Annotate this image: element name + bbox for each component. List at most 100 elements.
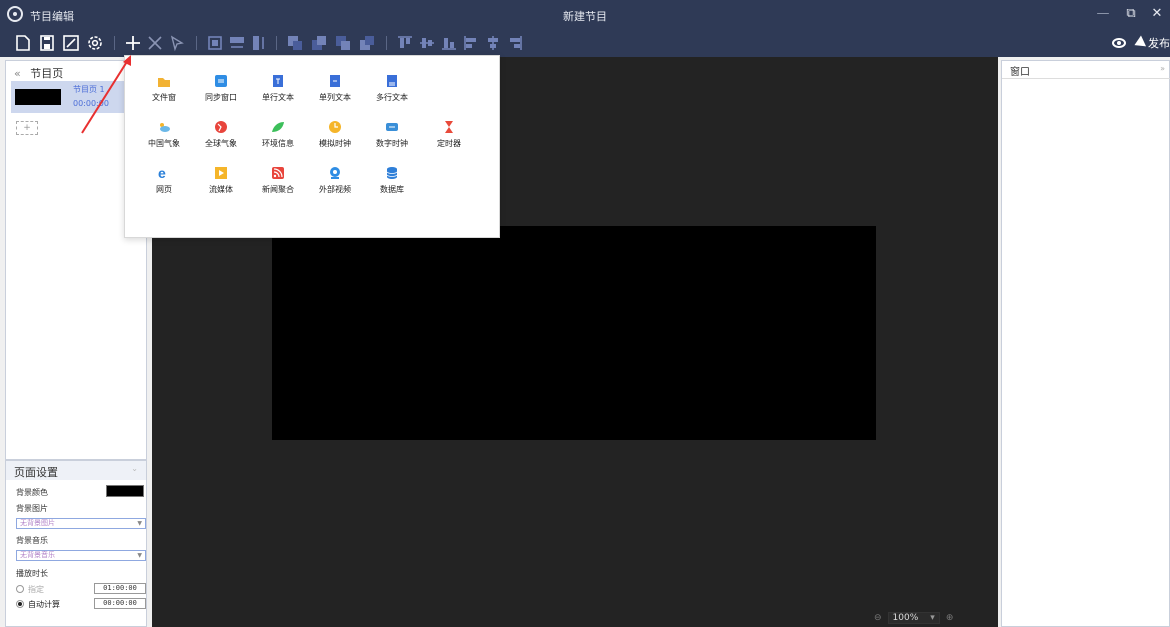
empty-cell — [424, 74, 474, 103]
menu-item-environment[interactable]: 环境信息 — [253, 120, 303, 149]
collapse-button[interactable]: « — [14, 67, 21, 80]
single-column-text-icon — [328, 74, 342, 88]
page-settings-panel: 页面设置 ⌄ 背景颜色 背景图片 无背景图片 ▼ 背景音乐 无背景音乐 ▼ 播放… — [5, 460, 147, 627]
menu-item-sync-window[interactable]: 同步窗口 — [196, 74, 246, 103]
menu-item-single-column-text[interactable]: 单列文本 — [310, 74, 360, 103]
menu-item-external-video[interactable]: 外部视频 — [310, 166, 360, 195]
toolbar-divider — [276, 36, 277, 50]
menu-item-global-weather[interactable]: 全球气象 — [196, 120, 246, 149]
specified-radio[interactable] — [16, 585, 24, 593]
align-left-icon[interactable] — [462, 34, 480, 52]
title-bar: 节目编辑 新建节目 — ⧉ ✕ — [0, 0, 1170, 30]
page-settings-header: 页面设置 ⌄ — [6, 461, 146, 480]
chevron-down-icon[interactable]: ⌄ — [131, 464, 138, 473]
menu-item-multi-line-text[interactable]: 多行文本 — [367, 74, 417, 103]
align-middle-icon[interactable] — [418, 34, 436, 52]
dropdown-arrow-icon: ▼ — [137, 520, 142, 527]
fit-height-icon[interactable] — [250, 34, 268, 52]
menu-item-database[interactable]: 数据库 — [367, 166, 417, 195]
menu-item-digital-clock[interactable]: 数字时钟 — [367, 120, 417, 149]
align-bottom-icon[interactable] — [440, 34, 458, 52]
menu-item-label: 同步窗口 — [205, 93, 237, 102]
restore-button[interactable]: ⧉ — [1122, 5, 1140, 23]
zoom-bar: ⊖ 100% ▾ ⊕ — [874, 612, 953, 624]
window-panel-header: 窗口 » — [1002, 61, 1170, 79]
publish-button[interactable]: 发布 — [1112, 35, 1170, 51]
auto-label: 自动计算 — [28, 600, 60, 609]
toolbar-divider — [196, 36, 197, 50]
menu-item-label: 流媒体 — [209, 185, 233, 194]
web-page-icon: e — [157, 165, 171, 181]
window-panel-title: 窗口 — [1010, 67, 1030, 78]
settings-gear-icon[interactable] — [86, 34, 104, 52]
align-center-icon[interactable] — [484, 34, 502, 52]
menu-item-analog-clock[interactable]: 模拟时钟 — [310, 120, 360, 149]
delete-icon[interactable] — [146, 34, 164, 52]
align-top-icon[interactable] — [396, 34, 414, 52]
auto-radio[interactable] — [16, 600, 24, 608]
menu-item-label: 全球气象 — [205, 139, 237, 148]
add-element-grid: 文件窗 同步窗口 单行文本 单列文本 多行文本中国气象 全球气象 环境信息 模拟时钟 数字时钟 定… — [139, 74, 474, 195]
pages-panel-title: 节目页 — [30, 67, 64, 80]
send-to-back-icon[interactable] — [358, 34, 376, 52]
program-screen[interactable] — [272, 226, 876, 440]
bg-image-select[interactable]: 无背景图片 ▼ — [16, 518, 146, 529]
fit-screen-icon[interactable] — [206, 34, 224, 52]
new-file-icon[interactable] — [14, 34, 32, 52]
multi-line-text-icon — [385, 74, 399, 88]
streaming-media-icon — [214, 166, 228, 180]
menu-item-news-feed[interactable]: 新闻聚合 — [253, 166, 303, 195]
zoom-in-icon[interactable]: ⊕ — [946, 613, 954, 623]
zoom-out-icon[interactable]: ⊖ — [874, 613, 882, 623]
edit-icon[interactable] — [62, 34, 80, 52]
svg-text:e: e — [158, 166, 166, 180]
database-icon — [385, 166, 399, 180]
bring-forward-icon[interactable] — [310, 34, 328, 52]
page-name: 节目页 1 — [73, 85, 105, 94]
menu-item-china-weather[interactable]: 中国气象 — [139, 120, 189, 149]
menu-item-label: 网页 — [156, 185, 172, 194]
save-icon[interactable] — [38, 34, 56, 52]
add-element-menu: 文件窗 同步窗口 单行文本 单列文本 多行文本中国气象 全球气象 环境信息 模拟时钟 数字时钟 定… — [124, 55, 500, 238]
close-button[interactable]: ✕ — [1148, 5, 1166, 23]
duration-label: 播放时长 — [16, 569, 48, 578]
add-page-button[interactable]: + — [16, 121, 38, 135]
fit-width-icon[interactable] — [228, 34, 246, 52]
select-cursor-icon[interactable] — [168, 34, 186, 52]
menu-item-label: 单行文本 — [262, 93, 294, 102]
toolbar-divider — [386, 36, 387, 50]
empty-cell — [424, 166, 474, 195]
page-item[interactable]: 节目页 1 00:00:00 — [11, 81, 129, 113]
menu-item-streaming-media[interactable]: 流媒体 — [196, 166, 246, 195]
menu-item-folder[interactable]: 文件窗 — [139, 74, 189, 103]
page-settings-title: 页面设置 — [14, 466, 58, 479]
global-weather-icon — [214, 120, 228, 134]
china-weather-icon — [157, 120, 171, 134]
menu-item-single-line-text[interactable]: 单行文本 — [253, 74, 303, 103]
add-icon[interactable] — [124, 34, 142, 52]
bg-music-select[interactable]: 无背景音乐 ▼ — [16, 550, 146, 561]
menu-item-label: 模拟时钟 — [319, 139, 351, 148]
menu-item-label: 定时器 — [437, 139, 461, 148]
menu-item-label: 新闻聚合 — [262, 185, 294, 194]
minimize-button[interactable]: — — [1094, 5, 1112, 23]
window-panel: 窗口 » — [1001, 60, 1170, 627]
align-right-icon[interactable] — [506, 34, 524, 52]
bg-color-swatch[interactable] — [106, 485, 144, 497]
menu-item-timer[interactable]: 定时器 — [424, 120, 474, 149]
menu-item-label: 单列文本 — [319, 93, 351, 102]
news-feed-icon — [271, 166, 285, 180]
toolbar: 发布 — [0, 30, 1170, 57]
bring-to-front-icon[interactable] — [286, 34, 304, 52]
zoom-select[interactable]: 100% ▾ — [887, 612, 940, 624]
bg-music-value: 无背景音乐 — [20, 551, 55, 559]
specified-time-input[interactable]: 01:00:00 — [94, 583, 146, 594]
send-backward-icon[interactable] — [334, 34, 352, 52]
auto-time-input[interactable]: 00:00:00 — [94, 598, 146, 609]
dropdown-arrow-icon: ▼ — [137, 552, 142, 559]
preview-eye-icon[interactable] — [1112, 38, 1126, 48]
menu-item-label: 环境信息 — [262, 139, 294, 148]
menu-item-web-page[interactable]: e 网页 — [139, 165, 189, 195]
bg-image-label: 背景图片 — [16, 504, 48, 513]
expand-button[interactable]: » — [1160, 64, 1165, 73]
